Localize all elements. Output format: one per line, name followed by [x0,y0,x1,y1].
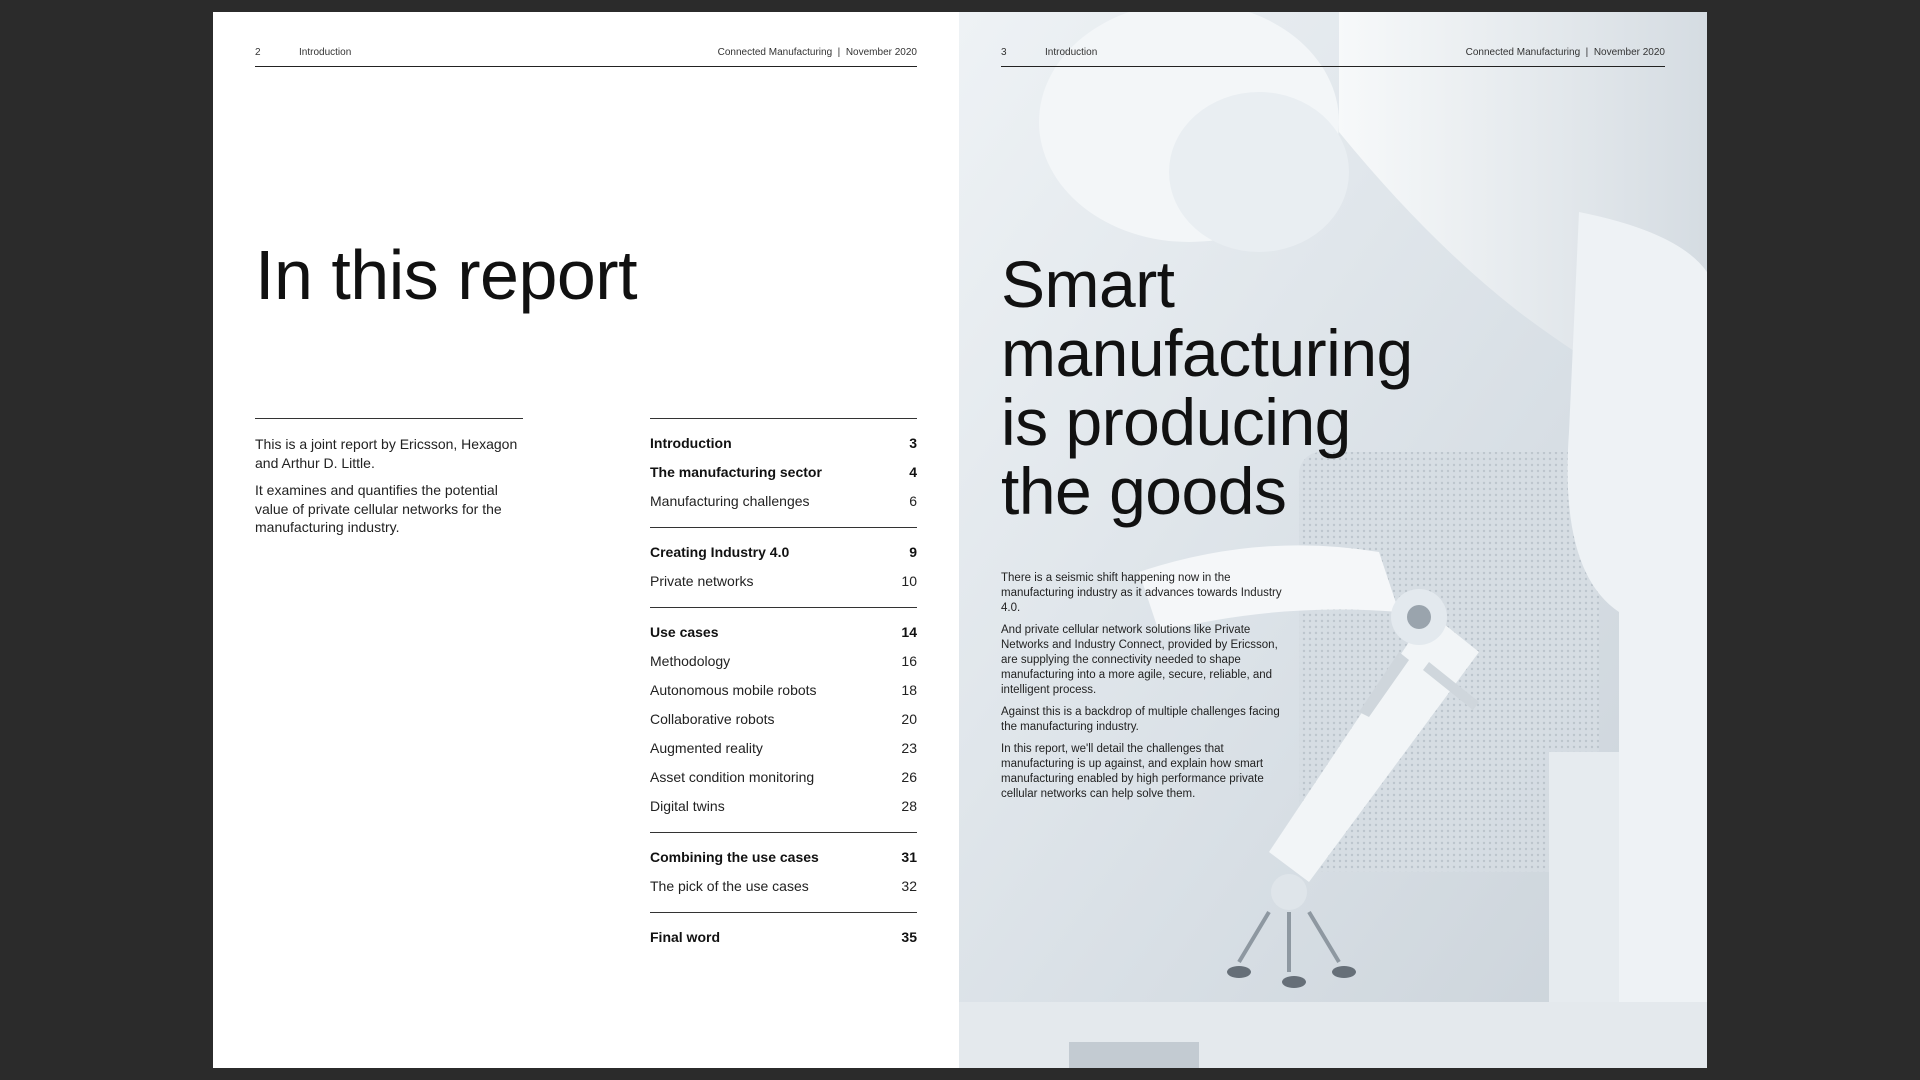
title-line: the goods [1001,454,1287,528]
toc-entry[interactable]: Digital twins 28 [650,797,917,826]
toc-entry[interactable]: Use cases 14 [650,623,917,652]
body-paragraph: And private cellular network solutions l… [1001,624,1278,696]
section-name: Introduction [299,47,352,58]
toc-entry-page: 32 [901,878,917,894]
toc-entry-label: Introduction [650,435,732,451]
title-line: is producing [1001,385,1351,459]
toc-group: Creating Industry 4.0 9 Private networks 10 [650,527,917,607]
toc-entry-label: Private networks [650,573,754,589]
toc-entry-page: 9 [909,544,917,560]
intro-text: This is a joint report by Ericsson, Hexa… [255,418,523,546]
page-header: 3 Introduction Connected Manufacturing |… [1001,44,1665,67]
toc-entry-page: 14 [901,624,917,640]
publication-info: Connected Manufacturing | November 2020 [717,47,917,58]
toc-entry-page: 31 [901,849,917,865]
toc-entry-page: 35 [901,929,917,945]
toc-group: Final word 35 [650,912,917,963]
toc-entry-page: 6 [909,493,917,509]
toc-group: Use cases 14 Methodology 16 Autonomous mobil… [650,607,917,832]
toc-entry-page: 26 [901,769,917,785]
page-title: In this report [255,236,638,314]
toc-entry-label: Use cases [650,624,719,640]
toc-entry[interactable]: Introduction 3 [650,434,917,463]
intro-paragraph: This is a joint report by Ericsson, Hexa… [255,436,518,471]
toc-entry-label: Manufacturing challenges [650,493,810,509]
toc-entry-label: Combining the use cases [650,849,819,865]
toc-entry-page: 23 [901,740,917,756]
toc-entry-page: 4 [909,464,917,480]
toc-entry-label: Collaborative robots [650,711,775,727]
toc-entry[interactable]: Combining the use cases 31 [650,848,917,877]
toc-entry[interactable]: Autonomous mobile robots 18 [650,681,917,710]
body-paragraph: Against this is a backdrop of multiple c… [1001,706,1280,733]
toc-entry-page: 3 [909,435,917,451]
toc-entry[interactable]: Manufacturing challenges 6 [650,492,917,521]
page-number: 3 [1001,47,1007,58]
toc-entry-label: Asset condition monitoring [650,769,815,785]
toc-entry[interactable]: Augmented reality 23 [650,739,917,768]
toc-group: Introduction 3 The manufacturing sector 4 Ma… [650,418,917,527]
toc-entry-label: The pick of the use cases [650,878,809,894]
section-name: Introduction [1045,47,1098,58]
page-header: 2 Introduction Connected Manufacturing |… [255,44,917,67]
toc-entry-label: Augmented reality [650,740,763,756]
left-page: 2 Introduction Connected Manufacturing |… [213,12,959,1068]
toc-entry-page: 10 [901,573,917,589]
body-paragraph: In this report, we'll detail the challen… [1001,743,1264,800]
intro-paragraph: It examines and quantifies the potential… [255,482,502,535]
toc-entry[interactable]: Private networks 10 [650,572,917,601]
page-number: 2 [255,47,261,58]
right-page: 3 Introduction Connected Manufacturing |… [959,12,1707,1068]
title-line: manufacturing [1001,316,1413,390]
toc-entry[interactable]: Collaborative robots 20 [650,710,917,739]
toc-entry-label: Digital twins [650,798,725,814]
toc-entry[interactable]: Creating Industry 4.0 9 [650,543,917,572]
toc-entry-label: The manufacturing sector [650,464,822,480]
robot-arm-photo [959,12,1707,1068]
toc-entry-label: Final word [650,929,720,945]
table-of-contents: Introduction 3 The manufacturing sector 4 Ma… [650,418,917,963]
page-title: Smart manufacturing is producing the goo… [1001,250,1413,526]
toc-entry-page: 18 [901,682,917,698]
toc-entry-label: Autonomous mobile robots [650,682,817,698]
toc-group: Combining the use cases 31 The pick of the… [650,832,917,912]
toc-entry-page: 20 [901,711,917,727]
toc-entry-label: Methodology [650,653,731,669]
toc-entry[interactable]: Asset condition monitoring 26 [650,768,917,797]
toc-entry[interactable]: The manufacturing sector 4 [650,463,917,492]
title-line: Smart [1001,247,1175,321]
toc-entry-page: 28 [901,798,917,814]
toc-entry[interactable]: Final word 35 [650,928,917,957]
publication-info: Connected Manufacturing | November 2020 [1465,47,1665,58]
body-text: There is a seismic shift happening now i… [1001,571,1286,809]
toc-entry[interactable]: The pick of the use cases 32 [650,877,917,906]
toc-entry-page: 16 [901,653,917,669]
toc-entry[interactable]: Methodology 16 [650,652,917,681]
toc-entry-label: Creating Industry 4.0 [650,544,790,560]
document-spread: 2 Introduction Connected Manufacturing |… [213,12,1707,1068]
body-paragraph: There is a seismic shift happening now i… [1001,572,1282,614]
